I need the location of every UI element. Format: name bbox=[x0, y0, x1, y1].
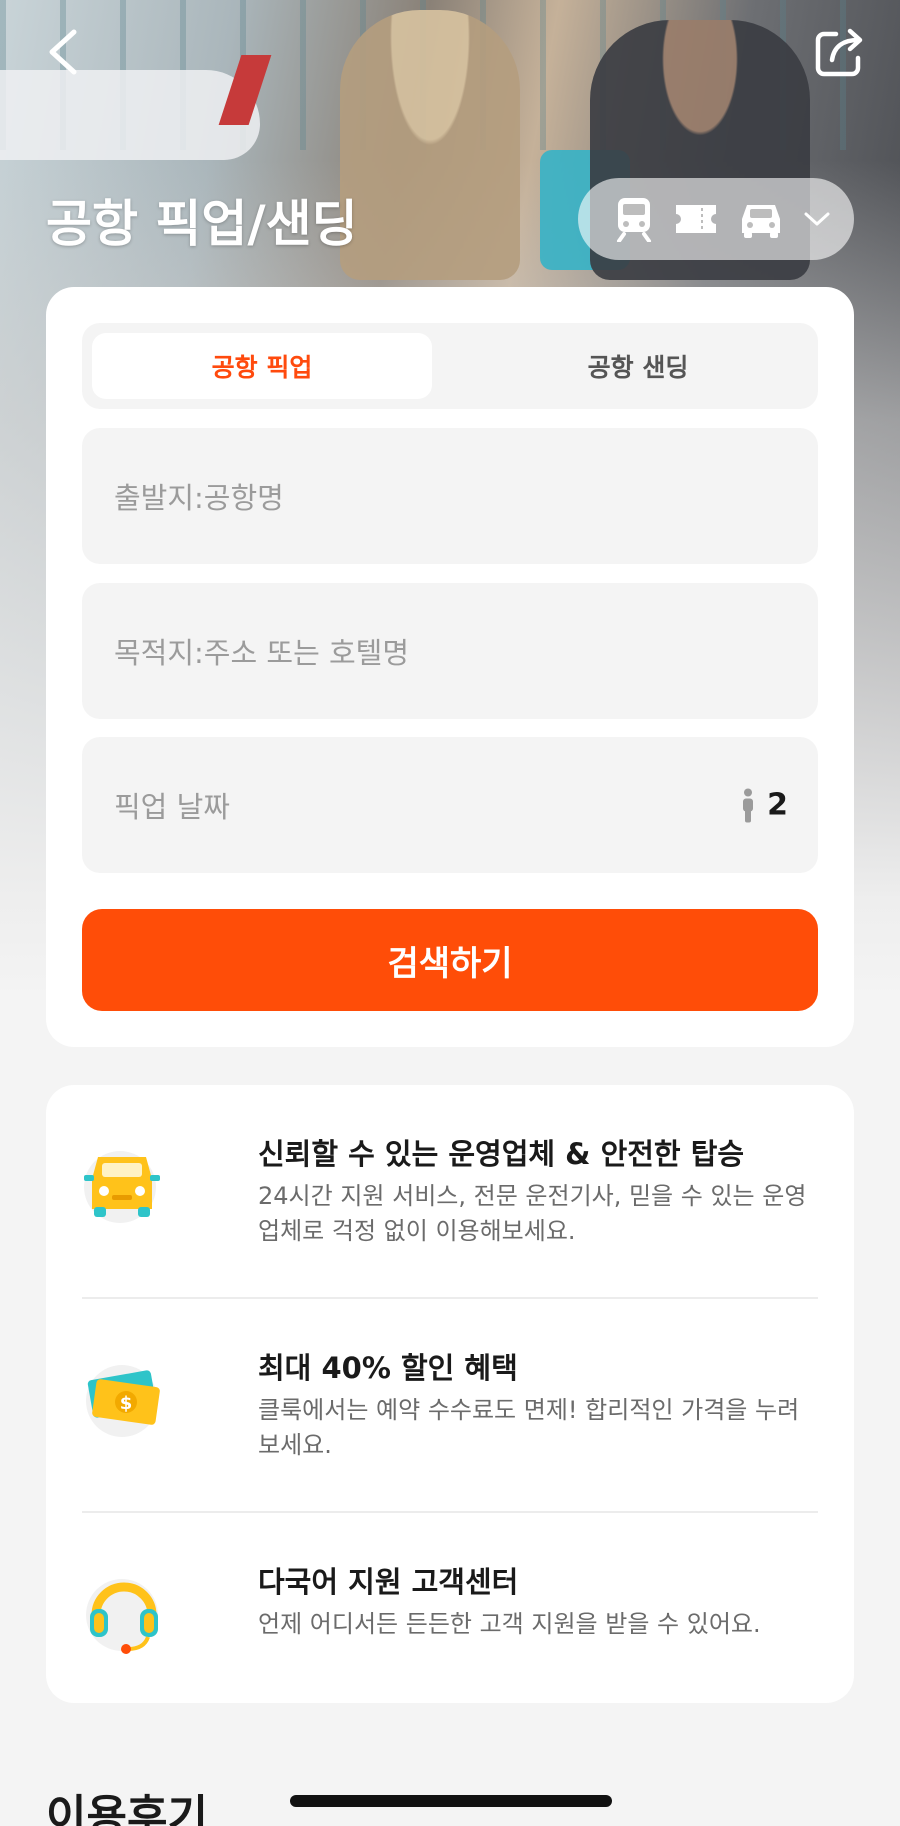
feature-title: 최대 40% 할인 혜택 bbox=[258, 1351, 518, 1385]
feature-title: 신뢰할 수 있는 운영업체 & 안전한 탑승 bbox=[258, 1137, 745, 1171]
chevron-left-icon[interactable] bbox=[42, 26, 86, 78]
headset-icon bbox=[86, 1579, 158, 1654]
tab-airport-pickup[interactable]: 공항 픽업 bbox=[92, 333, 432, 399]
pickup-date-input[interactable]: 픽업 날짜 2 bbox=[82, 737, 818, 873]
passenger-count[interactable]: 2 bbox=[741, 788, 788, 823]
traveler-woman bbox=[340, 10, 520, 280]
train-icon bbox=[617, 198, 651, 242]
search-button[interactable]: 검색하기 bbox=[82, 909, 818, 1011]
car-icon bbox=[742, 205, 780, 238]
feature-item: $ 최대 40% 할인 혜택 클룩에서는 예약 수수료도 면제! 합리적인 가격… bbox=[82, 1299, 818, 1513]
origin-input[interactable]: 출발지:공항명 bbox=[82, 428, 818, 564]
person-icon bbox=[743, 788, 754, 822]
tab-airport-sending[interactable]: 공항 샌딩 bbox=[468, 333, 808, 399]
features-card: 신뢰할 수 있는 운영업체 & 안전한 탑승 24시간 지원 서비스, 전문 운… bbox=[46, 1085, 854, 1703]
chevron-down-icon bbox=[804, 212, 830, 226]
ticket-icon bbox=[676, 205, 716, 233]
page-title: 공항 픽업/샌딩 bbox=[46, 195, 358, 253]
feature-description: 언제 어디서든 든든한 고객 지원을 받을 수 있어요. bbox=[258, 1610, 761, 1638]
feature-item: 신뢰할 수 있는 운영업체 & 안전한 탑승 24시간 지원 서비스, 전문 운… bbox=[82, 1085, 818, 1299]
feature-description: 클룩에서는 예약 수수료도 면제! 합리적인 가격을 누려보세요. bbox=[258, 1396, 800, 1459]
share-icon[interactable] bbox=[812, 24, 868, 80]
feature-item: 다국어 지원 고객센터 언제 어디서든 든든한 고객 지원을 받을 수 있어요. bbox=[82, 1513, 818, 1727]
transport-type-switcher[interactable] bbox=[578, 178, 854, 260]
pickup-sending-tabs: 공항 픽업 공항 샌딩 bbox=[82, 323, 818, 409]
reviews-section-title: 이용후기 bbox=[46, 1791, 208, 1826]
feature-description: 24시간 지원 서비스, 전문 운전기사, 믿을 수 있는 운영업체로 걱정 없… bbox=[258, 1182, 807, 1245]
pickup-date-placeholder: 픽업 날짜 bbox=[114, 790, 230, 824]
car-icon bbox=[84, 1151, 160, 1223]
search-card: 공항 픽업 공항 샌딩 출발지:공항명 목적지:주소 또는 호텔명 픽업 날짜 … bbox=[46, 287, 854, 1047]
svg-text:$: $ bbox=[120, 1393, 133, 1414]
home-indicator[interactable] bbox=[290, 1795, 612, 1807]
destination-input[interactable]: 목적지:주소 또는 호텔명 bbox=[82, 583, 818, 719]
passenger-count-value: 2 bbox=[767, 787, 788, 823]
discount-money-icon: $ bbox=[86, 1365, 160, 1437]
feature-title: 다국어 지원 고객센터 bbox=[258, 1565, 519, 1599]
